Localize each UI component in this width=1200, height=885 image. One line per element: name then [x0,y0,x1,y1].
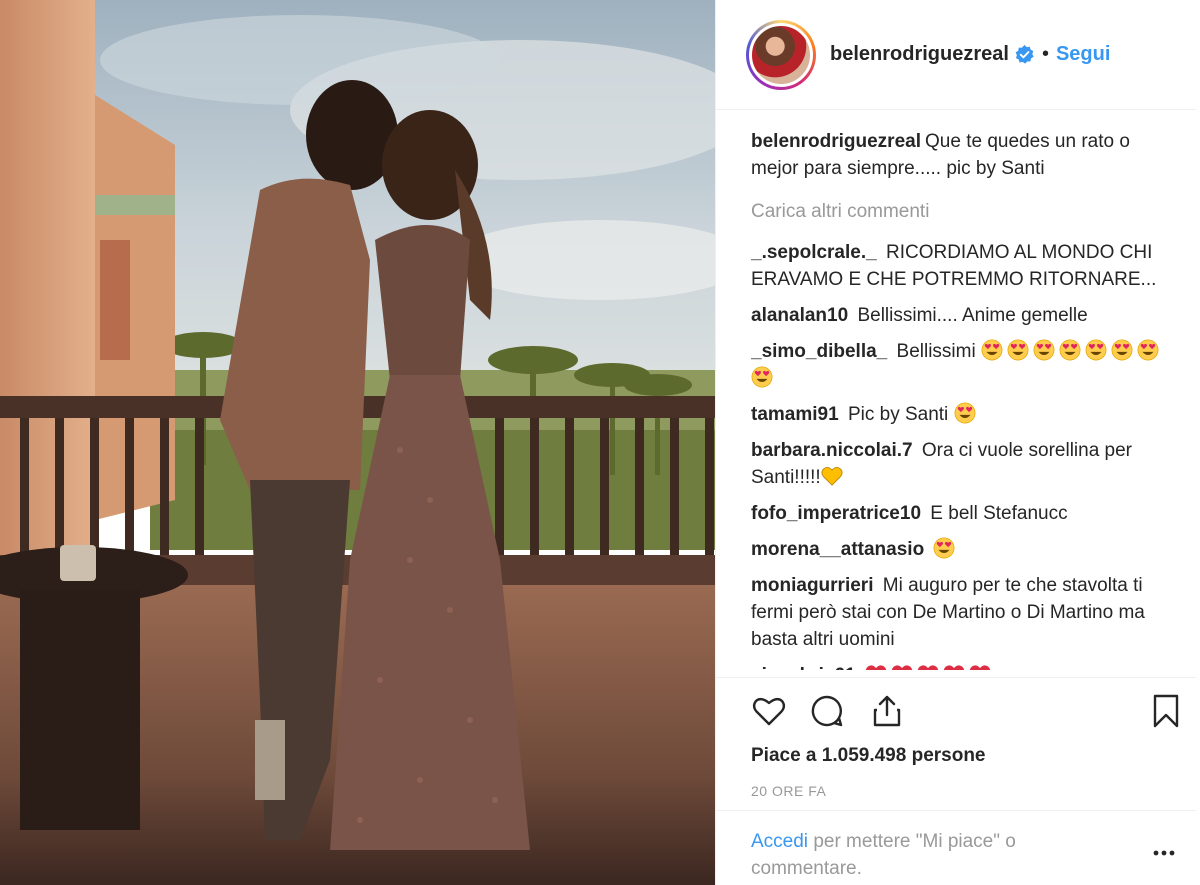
post-header: belenrodriguezreal • Segui [716,0,1196,110]
load-more-comments-button[interactable]: Carica altri commenti [751,198,1181,225]
comment-item: moniagurrieri Mi auguro per te che stavo… [751,572,1181,653]
post-photo[interactable] [0,0,715,885]
red-heart-emoji-icon [943,665,964,670]
comment-item: barbara.niccolai.7 Ora ci vuole sorellin… [751,437,1181,491]
heart-outline-icon[interactable] [751,693,787,729]
comment-item: _.sepolcrale._ RICORDIAMO AL MONDO CHI E… [751,239,1181,293]
avatar-story-ring[interactable] [746,19,816,90]
speech-bubble-icon[interactable] [809,693,845,729]
comment-text: Bellissimi.... Anime gemelle [857,305,1088,326]
post-actions [751,693,1181,733]
likes-count[interactable]: Piace a 1.059.498 persone [751,745,986,767]
comment-username[interactable]: cicuchris61 [751,665,856,670]
comment-item: alanalan10 Bellissimi.... Anime gemelle [751,302,1181,329]
red-hearts-emoji-row [865,665,995,670]
red-heart-emoji-icon [865,665,886,670]
comment-item: tamami91 Pic by Santi [751,401,1181,428]
heart-eyes-emoji-icon [1033,339,1055,361]
heart-eyes-emoji-icon [954,402,980,425]
red-heart-emoji-icon [891,665,912,670]
comment-item: fofo_imperatrice10 E bell Stefanucc [751,500,1181,527]
heart-eyes-emoji-icon [954,402,976,424]
actions-divider [716,677,1196,678]
caption: belenrodriguezreal Que te quedes un rato … [751,128,1181,182]
login-divider [716,810,1196,811]
comment-username[interactable]: moniagurrieri [751,575,873,596]
comment-username[interactable]: fofo_imperatrice10 [751,503,921,524]
yellow-heart-emoji-icon [821,466,843,486]
comment-username[interactable]: morena__attanasio [751,539,924,560]
avatar[interactable] [749,22,813,87]
red-heart-emoji-icon [917,665,938,670]
post-image [0,0,715,885]
comment-username[interactable]: alanalan10 [751,305,848,326]
post-timestamp[interactable]: 20 ORE FA [751,783,826,799]
comment-username[interactable]: tamami91 [751,404,839,425]
login-link[interactable]: Accedi [751,831,808,852]
verified-badge-icon [1015,45,1034,64]
share-upload-icon[interactable] [869,693,905,729]
comment-username[interactable]: barbara.niccolai.7 [751,440,913,461]
heart-eyes-emoji-icon [751,366,773,388]
comment-username[interactable]: _simo_dibella_ [751,341,887,362]
comment-item: _simo_dibella_ Bellissimi [751,338,1181,392]
comment-text: E bell Stefanucc [930,503,1068,524]
comment-username[interactable]: _.sepolcrale._ [751,242,877,263]
bookmark-icon[interactable] [1148,693,1184,729]
comment-text: Bellissimi [896,341,976,362]
header-username[interactable]: belenrodriguezreal [830,43,1009,66]
header-separator: • [1041,43,1049,65]
login-prompt: Accedi per mettere "Mi piace" o commenta… [751,828,1111,882]
follow-button[interactable]: Segui [1056,43,1110,66]
red-heart-emoji-icon [969,665,990,670]
heart-eyes-emoji-icon [1085,339,1107,361]
heart-eyes-emoji-icon [1007,339,1029,361]
heart-eyes-emoji-icon [933,537,959,560]
comment-item: cicuchris61 [751,662,1181,670]
heart-eyes-emoji-icon [981,339,1003,361]
post-details-panel: belenrodriguezreal • Segui belenrodrigue… [715,0,1200,885]
heart-eyes-emoji-icon [934,537,955,559]
comments-list[interactable]: belenrodriguezreal Que te quedes un rato … [751,128,1181,670]
ellipsis-icon[interactable] [1152,848,1176,858]
comment-item: morena__attanasio [751,536,1181,563]
heart-eyes-emoji-icon [1059,339,1081,361]
caption-username[interactable]: belenrodriguezreal [751,131,921,152]
comment-text: Pic by Santi [847,404,949,425]
heart-eyes-emoji-icon [1137,339,1159,361]
heart-eyes-emoji-icon [1111,339,1133,361]
